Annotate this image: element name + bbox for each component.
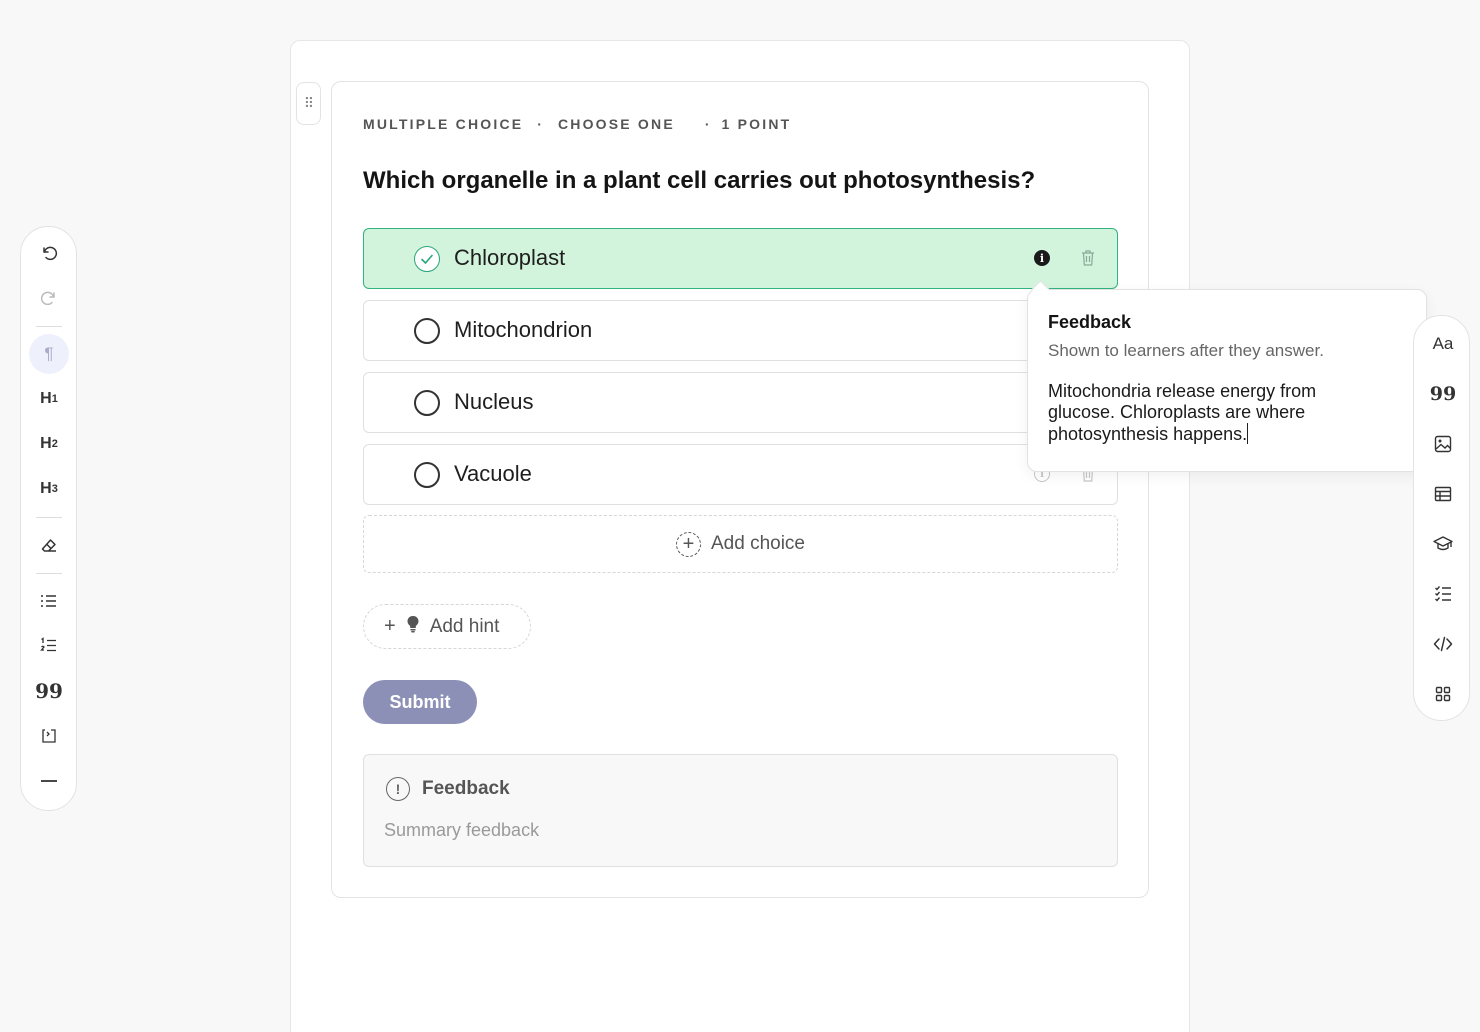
- text-cursor: [1247, 423, 1249, 444]
- graduation-cap-icon[interactable]: [1426, 527, 1460, 561]
- bullet-list-icon[interactable]: [29, 581, 69, 621]
- radio-button[interactable]: [414, 318, 440, 344]
- feedback-popover: Feedback Shown to learners after they an…: [1027, 289, 1427, 472]
- submit-button[interactable]: Submit: [363, 680, 477, 724]
- choice-label[interactable]: Chloroplast: [454, 245, 565, 271]
- code-block-icon[interactable]: [29, 716, 69, 756]
- summary-feedback-title: Feedback: [422, 778, 510, 799]
- feedback-text: Mitochondria release energy from glucose…: [1048, 381, 1317, 444]
- meta-separator: ·: [704, 116, 710, 132]
- undo-icon[interactable]: [29, 233, 69, 273]
- choice-row[interactable]: Nucleus: [363, 372, 1118, 433]
- add-hint-label: Add hint: [429, 615, 500, 637]
- table-icon[interactable]: [1426, 477, 1460, 511]
- font-icon[interactable]: Aa: [1426, 327, 1460, 361]
- lightbulb-icon: [406, 615, 420, 639]
- left-format-toolbar: ¶ H1 H2 H3 99: [20, 226, 77, 811]
- correct-check-icon[interactable]: [414, 246, 440, 272]
- summary-feedback-panel: ! Feedback Summary feedback: [363, 754, 1118, 867]
- question-card: MULTIPLE CHOICE · CHOOSE ONE · 1 POINT W…: [331, 81, 1149, 898]
- heading-1-icon[interactable]: H1: [29, 379, 69, 419]
- question-mode[interactable]: CHOOSE ONE: [558, 116, 675, 132]
- choice-label[interactable]: Nucleus: [454, 389, 533, 415]
- alert-circle-icon: !: [386, 777, 410, 801]
- radio-button[interactable]: [414, 390, 440, 416]
- eraser-icon[interactable]: [29, 526, 69, 566]
- toolbar-divider: [36, 517, 62, 518]
- popover-title: Feedback: [1048, 312, 1132, 332]
- plus-icon: +: [384, 615, 396, 637]
- add-hint-button[interactable]: + Add hint: [363, 604, 531, 649]
- feedback-info-icon[interactable]: i: [1034, 250, 1050, 266]
- choice-row[interactable]: Vacuole i: [363, 444, 1118, 505]
- summary-feedback-input[interactable]: Summary feedback: [384, 820, 539, 841]
- question-type: MULTIPLE CHOICE: [363, 116, 524, 132]
- choice-label[interactable]: Mitochondrion: [454, 317, 592, 343]
- checklist-icon[interactable]: [1426, 577, 1460, 611]
- heading-2-icon[interactable]: H2: [29, 424, 69, 464]
- trash-icon[interactable]: [1080, 249, 1096, 267]
- add-choice-label: Add choice: [710, 533, 805, 554]
- quote-icon[interactable]: 99: [1426, 377, 1460, 411]
- popover-subtitle: Shown to learners after they answer.: [1048, 341, 1324, 360]
- redo-icon[interactable]: [29, 278, 69, 318]
- question-points[interactable]: 1 POINT: [722, 116, 792, 132]
- toolbar-divider: [36, 573, 62, 574]
- paragraph-icon[interactable]: ¶: [29, 334, 69, 374]
- plus-circle-icon: +: [675, 531, 701, 557]
- question-meta: MULTIPLE CHOICE · CHOOSE ONE · 1 POINT: [363, 116, 791, 132]
- right-insert-toolbar: Aa 99: [1413, 315, 1470, 721]
- grid-icon[interactable]: [1426, 677, 1460, 711]
- quote-icon[interactable]: 99: [29, 671, 69, 711]
- choice-row[interactable]: Chloroplast i: [363, 228, 1118, 289]
- drag-grip-icon: ⠿: [303, 95, 314, 111]
- divider-icon[interactable]: [29, 761, 69, 801]
- meta-separator: ·: [537, 116, 542, 132]
- choice-label[interactable]: Vacuole: [454, 461, 532, 487]
- feedback-text-editor[interactable]: Mitochondria release energy from glucose…: [1048, 381, 1378, 445]
- choice-row[interactable]: Mitochondrion: [363, 300, 1118, 361]
- radio-button[interactable]: [414, 462, 440, 488]
- code-icon[interactable]: [1426, 627, 1460, 661]
- summary-feedback-header: ! Feedback: [386, 777, 510, 801]
- heading-3-icon[interactable]: H3: [29, 469, 69, 509]
- image-icon[interactable]: [1426, 427, 1460, 461]
- toolbar-divider: [36, 326, 62, 327]
- numbered-list-icon[interactable]: [29, 626, 69, 666]
- add-choice-button[interactable]: + Add choice: [363, 515, 1118, 573]
- drag-handle[interactable]: ⠿: [296, 82, 321, 125]
- question-text[interactable]: Which organelle in a plant cell carries …: [363, 167, 1035, 195]
